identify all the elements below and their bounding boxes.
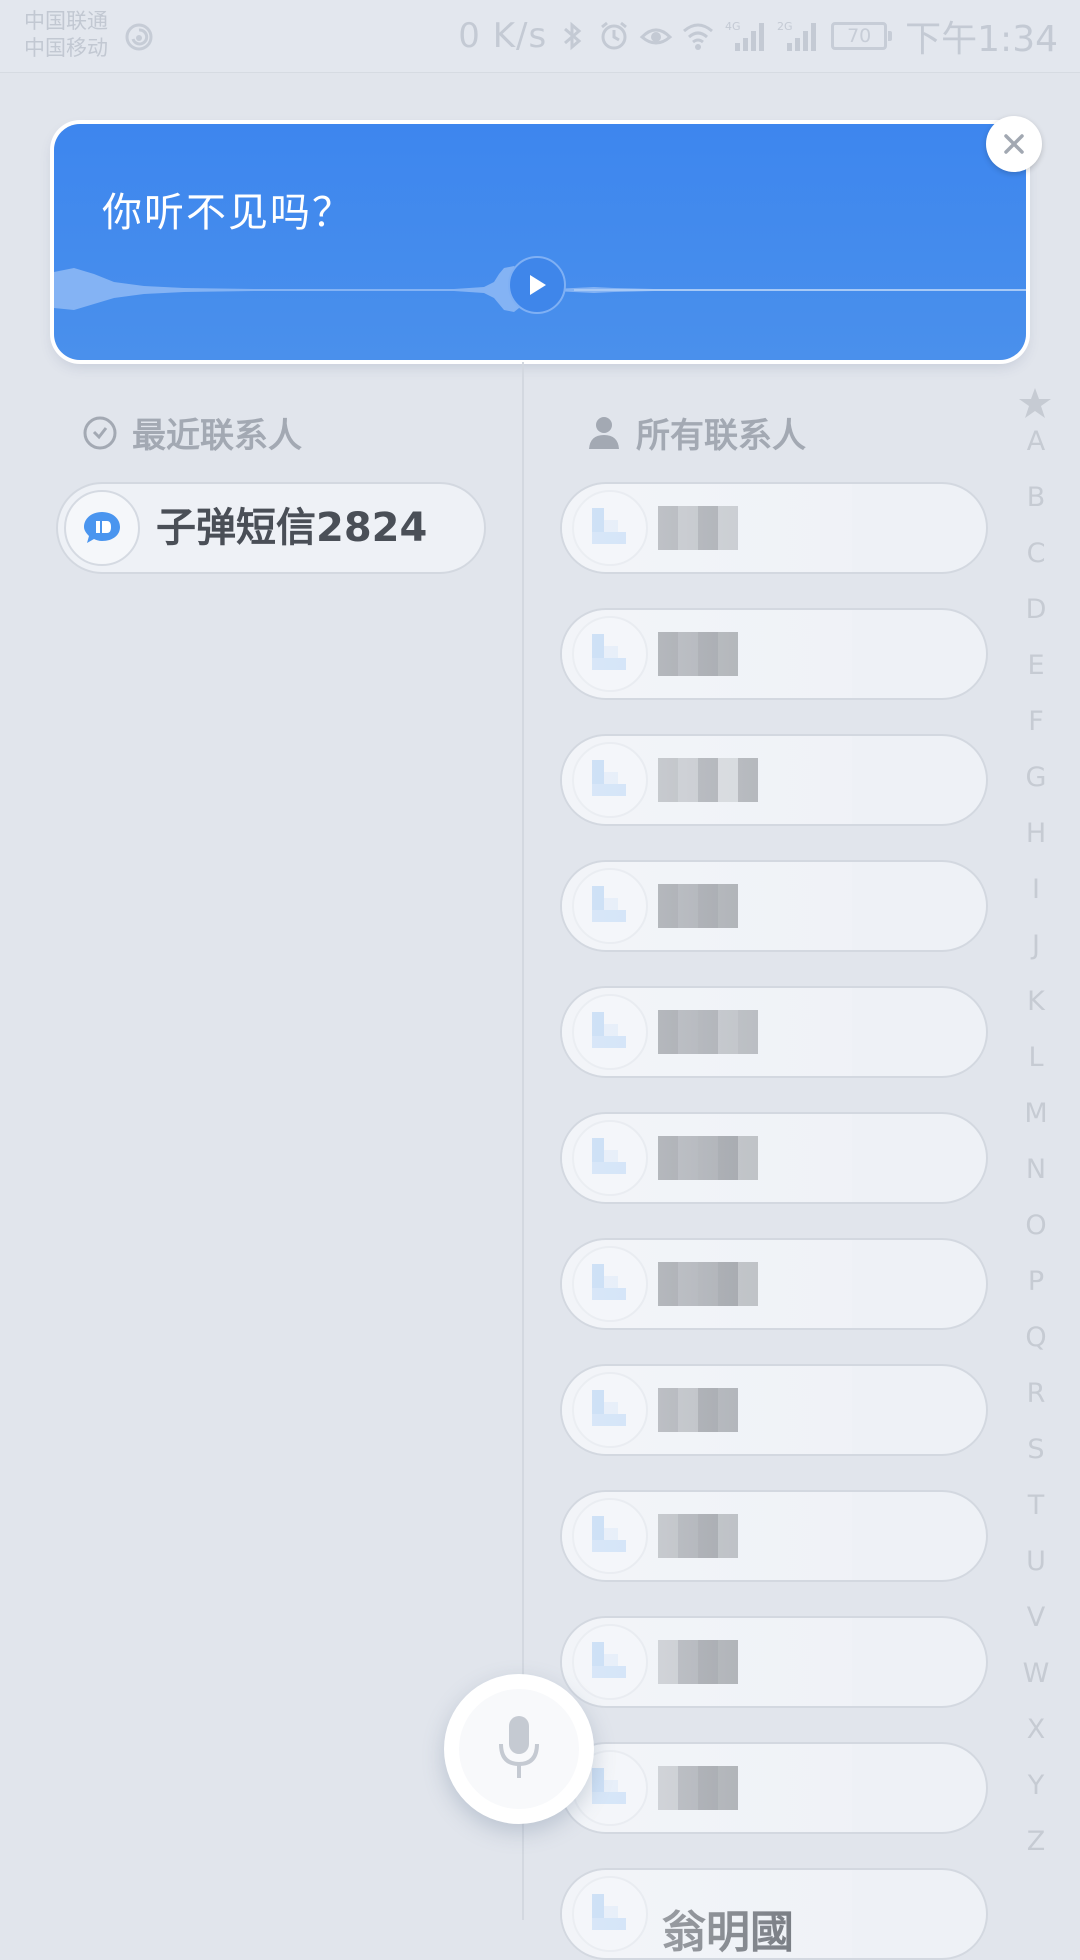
alphabet-letter-r[interactable]: R (1018, 1378, 1054, 1409)
alphabet-letter-x[interactable]: X (1018, 1714, 1054, 1745)
contact-item[interactable] (560, 986, 988, 1078)
status-bar: 中国联通 中国移动 0 K/s 4G 2G 70 下午1:34 (0, 0, 1080, 73)
battery-icon: 70 (831, 22, 893, 50)
clock: 下午1:34 (905, 19, 1058, 60)
contact-item[interactable] (560, 1364, 988, 1456)
carrier-info: 中国联通 中国移动 (24, 8, 108, 62)
alphabet-letter-t[interactable]: T (1018, 1490, 1054, 1521)
carrier-1: 中国联通 (24, 9, 108, 33)
alphabet-letter-z[interactable]: Z (1018, 1826, 1054, 1857)
contact-avatar (572, 868, 648, 944)
alphabet-letter-v[interactable]: V (1018, 1602, 1054, 1633)
chat-bubble-icon (64, 490, 140, 566)
alphabet-letter-c[interactable]: C (1018, 538, 1054, 569)
carrier-2: 中国移动 (24, 36, 108, 60)
contact-avatar (572, 1120, 648, 1196)
contact-name-pixelated (658, 884, 738, 928)
net-speed: 0 K/s (458, 16, 548, 56)
alphabet-letter-a[interactable]: A (1018, 426, 1054, 457)
alphabet-letter-m[interactable]: M (1018, 1098, 1054, 1129)
contact-avatar (572, 490, 648, 566)
alphabet-letter-d[interactable]: D (1018, 594, 1054, 625)
contact-item[interactable] (560, 1112, 988, 1204)
alphabet-letter-s[interactable]: S (1018, 1434, 1054, 1465)
recent-contacts-heading: 最近联系人 (82, 408, 302, 457)
signal-2g-icon: 2G (777, 20, 817, 51)
alphabet-letter-f[interactable]: F (1018, 706, 1054, 737)
contact-name-pixelated (658, 758, 758, 802)
contact-avatar (572, 742, 648, 818)
svg-text:2G: 2G (777, 20, 793, 33)
contact-name-pixelated (658, 1262, 758, 1306)
contact-name-pixelated (658, 1766, 738, 1810)
alphabet-letter-k[interactable]: K (1018, 986, 1054, 1017)
contact-name-pixelated (658, 632, 738, 676)
contact-name-pixelated (658, 506, 738, 550)
eye-icon (639, 28, 673, 45)
wifi-icon (683, 23, 714, 50)
close-button[interactable] (986, 116, 1042, 172)
contact-avatar (572, 1624, 648, 1700)
alphabet-letter-u[interactable]: U (1018, 1546, 1054, 1577)
play-icon (530, 275, 546, 295)
voice-transcript: 你听不见吗？ (102, 190, 354, 236)
contact-item[interactable] (560, 734, 988, 826)
signal-4g-icon: 4G (725, 20, 765, 51)
contact-avatar (572, 994, 648, 1070)
alphabet-letter-y[interactable]: Y (1018, 1770, 1054, 1801)
alphabet-letter-j[interactable]: J (1018, 930, 1054, 961)
alphabet-letter-n[interactable]: N (1018, 1154, 1054, 1185)
contact-avatar (572, 1876, 648, 1952)
star-icon[interactable] (1018, 386, 1052, 420)
alphabet-letter-l[interactable]: L (1018, 1042, 1054, 1073)
voice-message-card[interactable]: 你听不见吗？ (54, 124, 1026, 360)
contact-item[interactable] (560, 860, 988, 952)
alphabet-letter-i[interactable]: I (1018, 874, 1054, 905)
person-icon (589, 416, 619, 449)
contact-item[interactable] (560, 608, 988, 700)
contact-name-pixelated (658, 1010, 758, 1054)
bluetooth-icon (564, 21, 582, 51)
alphabet-letter-q[interactable]: Q (1018, 1322, 1054, 1353)
contact-avatar (572, 616, 648, 692)
microphone-icon (499, 1716, 539, 1778)
contact-item[interactable] (560, 1490, 988, 1582)
contact-avatar (572, 1498, 648, 1574)
contact-name-pixelated (658, 1136, 758, 1180)
alarm-icon (601, 21, 628, 50)
alphabet-letter-h[interactable]: H (1018, 818, 1054, 849)
alphabet-letter-b[interactable]: B (1018, 482, 1054, 513)
alphabet-letter-w[interactable]: W (1018, 1658, 1054, 1689)
play-button[interactable] (508, 256, 566, 314)
close-icon (1004, 134, 1024, 154)
alphabet-letter-e[interactable]: E (1018, 650, 1054, 681)
all-contacts-heading: 所有联系人 (586, 408, 806, 457)
alphabet-letter-p[interactable]: P (1018, 1266, 1054, 1297)
contact-name-pixelated (658, 1640, 738, 1684)
recent-contact-item[interactable]: 子弹短信2824 (56, 482, 486, 574)
alphabet-letter-g[interactable]: G (1018, 762, 1054, 793)
svg-text:4G: 4G (725, 20, 741, 33)
contact-avatar (572, 1246, 648, 1322)
recent-contacts-title: 最近联系人 (132, 416, 302, 456)
microphone-button[interactable] (444, 1674, 594, 1824)
contact-name-pixelated (658, 1514, 738, 1558)
contact-name-pixelated (658, 1388, 738, 1432)
contact-item[interactable] (560, 1238, 988, 1330)
contact-item[interactable] (560, 1616, 988, 1708)
clock-icon (83, 416, 117, 449)
status-icons: 0 K/s 4G 2G 70 下午1:34 (458, 14, 1058, 60)
contact-avatar (572, 1372, 648, 1448)
contact-name: 翁明國 (662, 1907, 794, 1958)
contact-item[interactable] (560, 1742, 988, 1834)
contact-item[interactable]: 翁明國 (560, 1868, 988, 1960)
swirl-icon (125, 23, 153, 51)
contact-item[interactable] (560, 482, 988, 574)
all-contacts-title: 所有联系人 (636, 416, 806, 456)
alphabet-letter-o[interactable]: O (1018, 1210, 1054, 1241)
recent-contact-name: 子弹短信2824 (156, 505, 428, 551)
